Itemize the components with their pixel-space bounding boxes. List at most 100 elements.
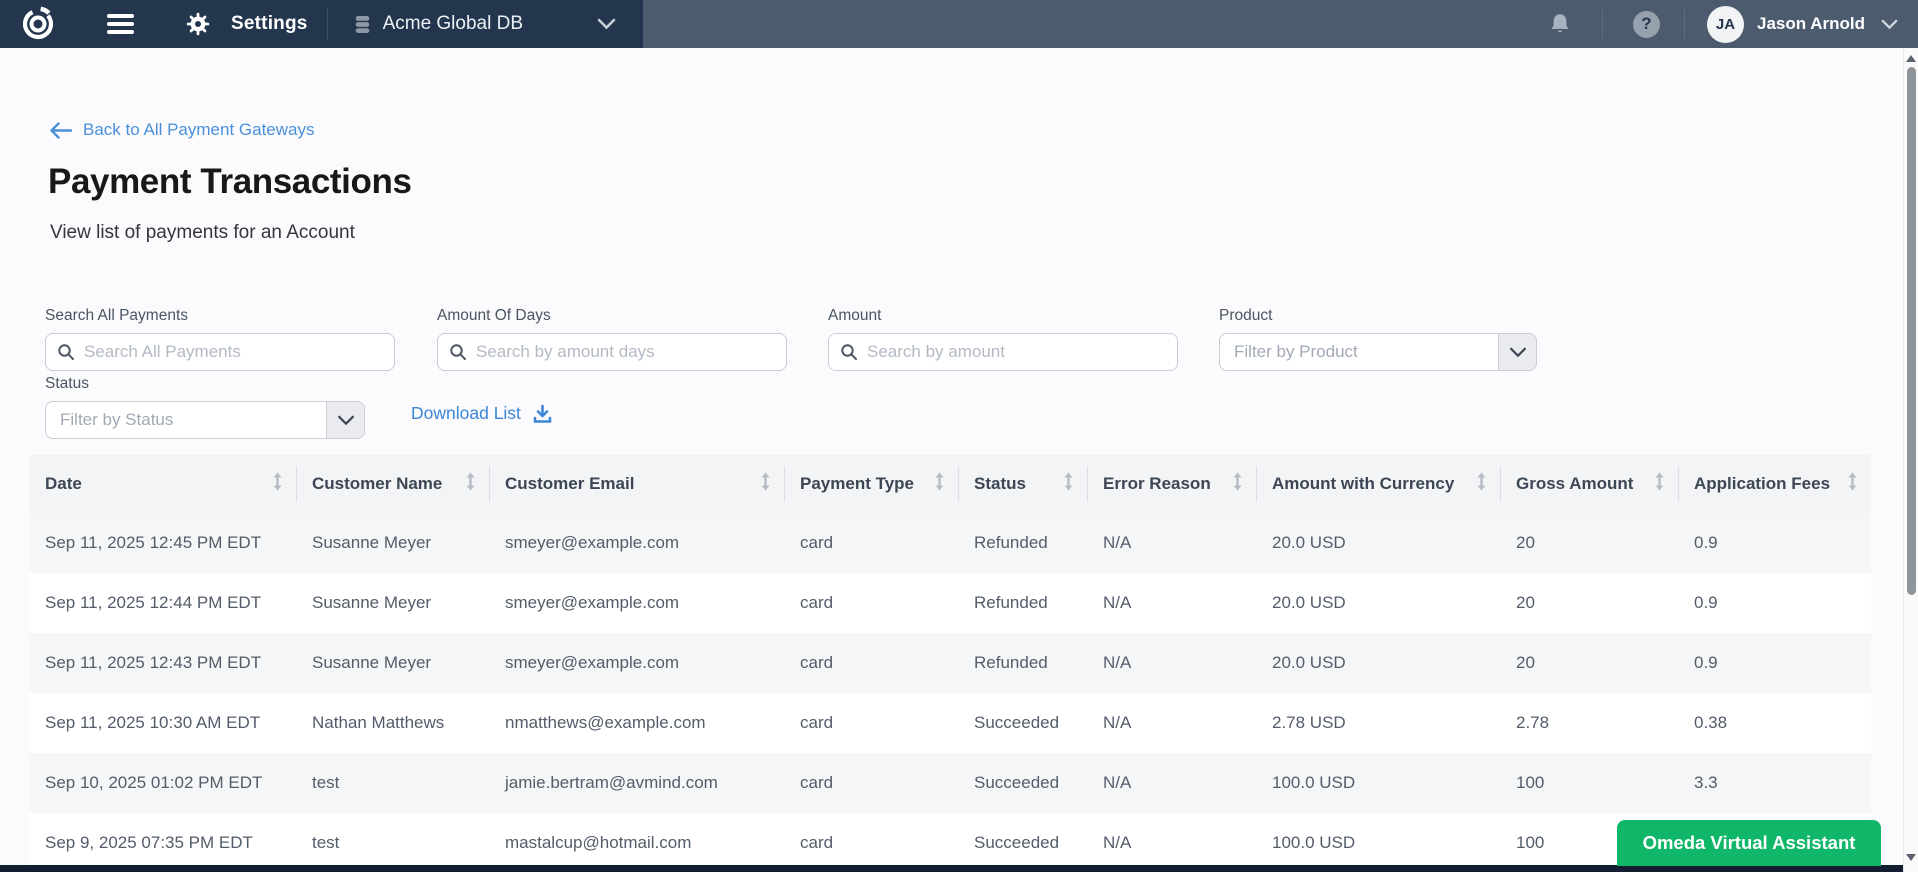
cell-amount-with-currency: 20.0 USD: [1256, 533, 1500, 553]
column-header-status[interactable]: Status: [958, 455, 1087, 513]
cell-application-fees: 0.9: [1678, 593, 1871, 613]
settings-nav-item[interactable]: Settings: [186, 12, 308, 36]
cell-customer-email: smeyer@example.com: [489, 533, 784, 553]
page-subtitle: View list of payments for an Account: [50, 222, 355, 244]
cell-customer-name: Nathan Matthews: [296, 713, 489, 733]
column-header-gross-amount[interactable]: Gross Amount: [1500, 455, 1678, 513]
column-header-date[interactable]: Date: [29, 455, 296, 513]
table-row: Sep 11, 2025 10:30 AM EDT Nathan Matthew…: [29, 693, 1871, 753]
notifications-bell-icon[interactable]: [1548, 12, 1572, 37]
cell-payment-type: card: [784, 533, 958, 553]
column-header-customer-email[interactable]: Customer Email: [489, 455, 784, 513]
chevron-down-icon[interactable]: [1881, 19, 1898, 30]
cell-application-fees: 0.38: [1678, 713, 1871, 733]
status-select[interactable]: Filter by Status: [45, 401, 365, 439]
cell-customer-name: test: [296, 773, 489, 793]
cell-payment-type: card: [784, 773, 958, 793]
scrollbar-thumb[interactable]: [1907, 67, 1916, 595]
cell-status: Refunded: [958, 593, 1087, 613]
scrollbar-up-arrow-icon[interactable]: [1906, 55, 1916, 62]
cell-error-reason: N/A: [1087, 533, 1256, 553]
cell-date: Sep 11, 2025 12:44 PM EDT: [29, 593, 296, 613]
menu-hamburger-icon[interactable]: [107, 14, 134, 34]
gear-icon: [186, 12, 210, 36]
table-row: Sep 11, 2025 12:43 PM EDT Susanne Meyer …: [29, 633, 1871, 693]
amount-input[interactable]: [828, 333, 1178, 371]
cell-gross-amount: 20: [1500, 653, 1678, 673]
payments-table: Date Customer Name Customer Email Paymen…: [29, 455, 1871, 872]
column-header-payment-type[interactable]: Payment Type: [784, 455, 958, 513]
navbar-divider: [327, 8, 328, 40]
cell-customer-email: mastalcup@hotmail.com: [489, 833, 784, 853]
cell-date: Sep 11, 2025 12:45 PM EDT: [29, 533, 296, 553]
search-all-payments-input[interactable]: [45, 333, 395, 371]
cell-payment-type: card: [784, 653, 958, 673]
user-name: Jason Arnold: [1757, 14, 1865, 34]
cell-error-reason: N/A: [1087, 833, 1256, 853]
navbar-divider: [1684, 9, 1685, 39]
table-row: Sep 11, 2025 12:45 PM EDT Susanne Meyer …: [29, 513, 1871, 573]
column-header-application-fees[interactable]: Application Fees: [1678, 455, 1871, 513]
filter-product: Product Filter by Product: [1219, 307, 1537, 371]
sort-icon: [465, 472, 476, 496]
download-list-label: Download List: [411, 403, 521, 424]
settings-label: Settings: [231, 13, 308, 35]
cell-amount-with-currency: 100.0 USD: [1256, 773, 1500, 793]
cell-gross-amount: 20: [1500, 533, 1678, 553]
cell-date: Sep 9, 2025 07:35 PM EDT: [29, 833, 296, 853]
cell-application-fees: 3.3: [1678, 773, 1871, 793]
cell-status: Refunded: [958, 653, 1087, 673]
database-selector[interactable]: Acme Global DB: [354, 13, 616, 35]
cell-customer-email: nmatthews@example.com: [489, 713, 784, 733]
filter-amount-days: Amount Of Days: [437, 307, 787, 371]
table-row: Sep 11, 2025 12:44 PM EDT Susanne Meyer …: [29, 573, 1871, 633]
omeda-logo-icon[interactable]: [19, 5, 57, 43]
vertical-scrollbar[interactable]: [1903, 48, 1918, 872]
cell-customer-email: smeyer@example.com: [489, 653, 784, 673]
top-navbar: Settings Acme Global DB ?: [0, 0, 1918, 48]
scrollbar-down-arrow-icon[interactable]: [1906, 854, 1916, 861]
amount-days-input[interactable]: [437, 333, 787, 371]
table-row: Sep 10, 2025 01:02 PM EDT test jamie.ber…: [29, 753, 1871, 813]
amount-label: Amount: [828, 307, 1178, 325]
cell-application-fees: 0.9: [1678, 533, 1871, 553]
table-row: Sep 9, 2025 07:35 PM EDT test mastalcup@…: [29, 813, 1871, 872]
cell-date: Sep 10, 2025 01:02 PM EDT: [29, 773, 296, 793]
cell-error-reason: N/A: [1087, 653, 1256, 673]
sort-icon: [1847, 472, 1858, 496]
cell-customer-name: Susanne Meyer: [296, 653, 489, 673]
navbar-divider: [1602, 9, 1603, 39]
column-header-amount-with-currency[interactable]: Amount with Currency: [1256, 455, 1500, 513]
omeda-virtual-assistant-button[interactable]: Omeda Virtual Assistant: [1617, 820, 1881, 866]
product-select[interactable]: Filter by Product: [1219, 333, 1537, 371]
cell-date: Sep 11, 2025 10:30 AM EDT: [29, 713, 296, 733]
cell-gross-amount: 100: [1500, 773, 1678, 793]
database-name: Acme Global DB: [383, 13, 523, 35]
cell-customer-name: test: [296, 833, 489, 853]
status-label: Status: [45, 375, 365, 393]
help-icon[interactable]: ?: [1633, 11, 1660, 38]
cell-status: Refunded: [958, 533, 1087, 553]
chevron-down-icon: [326, 402, 364, 438]
cell-customer-name: Susanne Meyer: [296, 533, 489, 553]
search-icon: [57, 343, 75, 366]
avatar[interactable]: JA: [1707, 6, 1744, 43]
cell-customer-name: Susanne Meyer: [296, 593, 489, 613]
chevron-down-icon: [1498, 334, 1536, 370]
cell-customer-email: smeyer@example.com: [489, 593, 784, 613]
sort-icon: [1232, 472, 1243, 496]
cell-status: Succeeded: [958, 773, 1087, 793]
table-header-row: Date Customer Name Customer Email Paymen…: [29, 455, 1871, 513]
cell-payment-type: card: [784, 593, 958, 613]
search-all-label: Search All Payments: [45, 307, 395, 325]
column-header-customer-name[interactable]: Customer Name: [296, 455, 489, 513]
cell-error-reason: N/A: [1087, 593, 1256, 613]
cell-status: Succeeded: [958, 833, 1087, 853]
bottom-bar: [0, 865, 1903, 872]
sort-icon: [1063, 472, 1074, 496]
download-list-link[interactable]: Download List: [411, 403, 553, 424]
column-header-error-reason[interactable]: Error Reason: [1087, 455, 1256, 513]
back-to-gateways-link[interactable]: Back to All Payment Gateways: [50, 120, 315, 140]
cell-payment-type: card: [784, 833, 958, 853]
cell-error-reason: N/A: [1087, 773, 1256, 793]
